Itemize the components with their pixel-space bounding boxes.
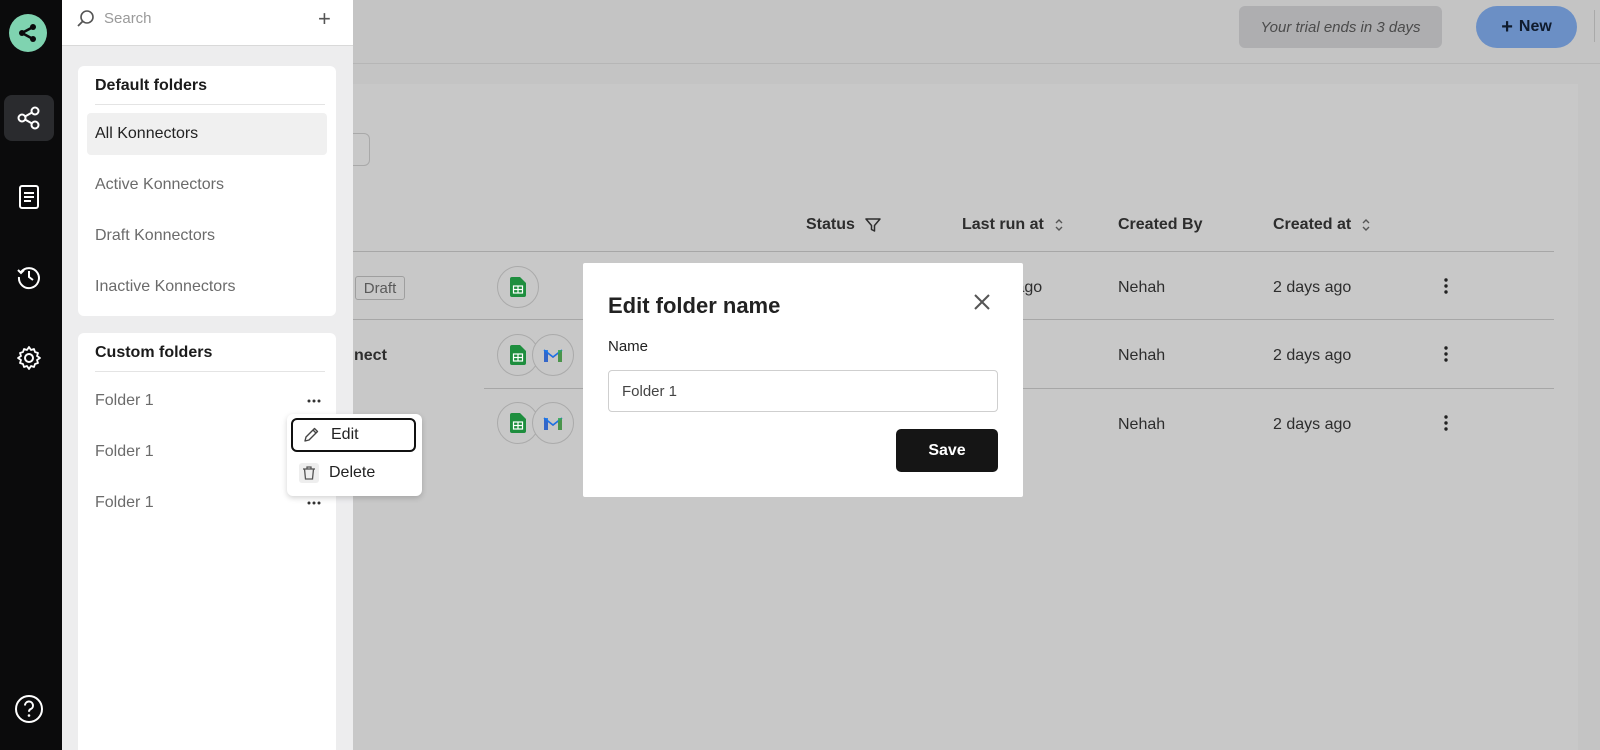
save-button[interactable]: Save: [896, 429, 998, 472]
table-row-app-icon: [497, 266, 539, 308]
default-folders-card: Default folders All Konnectors Active Ko…: [78, 66, 336, 316]
column-header-created-by: Created By: [1118, 216, 1203, 233]
help-icon: [15, 695, 43, 723]
search-icon: [77, 10, 94, 27]
table-row-app-icon: [532, 334, 574, 376]
add-folder-button[interactable]: +: [318, 6, 331, 32]
logo-share-icon: [19, 24, 36, 42]
google-sheets-icon: [510, 277, 526, 297]
vertical-dots-icon: [1444, 346, 1448, 362]
folder-item-inactive[interactable]: Inactive Konnectors: [87, 266, 327, 308]
folder-panel: Search + Default folders All Konnectors …: [62, 0, 353, 750]
row-actions-button[interactable]: [1436, 411, 1456, 435]
header-divider: [1594, 10, 1595, 42]
google-sheets-icon: [510, 413, 526, 433]
trash-icon: [299, 463, 319, 483]
more-dots-icon: [307, 399, 321, 403]
nav-konnectors[interactable]: [4, 95, 54, 141]
folder-context-menu: Edit Delete: [287, 414, 422, 496]
row-actions-button[interactable]: [1436, 342, 1456, 366]
created-at-cell: 2 days ago: [1273, 279, 1352, 296]
divider: [95, 371, 325, 372]
folder-label: Folder 1: [95, 494, 154, 511]
table-row-app-icon: [532, 402, 574, 444]
created-by-cell: Nehah: [1118, 416, 1166, 433]
created-by-cell: Nehah: [1118, 347, 1166, 364]
created-by-cell: Nehah: [1118, 279, 1166, 296]
folder-label: Folder 1: [95, 443, 154, 460]
divider: [95, 104, 325, 105]
folder-name-input[interactable]: [608, 370, 998, 412]
status-badge: Draft: [355, 276, 405, 300]
table-header-divider: [350, 251, 1554, 252]
trial-banner: Your trial ends in 3 days: [1239, 6, 1442, 48]
filter-icon[interactable]: [865, 217, 881, 233]
column-header-status[interactable]: Status: [806, 216, 881, 234]
nav-help[interactable]: [4, 686, 54, 732]
created-at-cell: 2 days ago: [1273, 416, 1352, 433]
konnector-name-fragment[interactable]: nect: [354, 347, 387, 365]
custom-folders-title: Custom folders: [95, 344, 213, 361]
folder-search-bar[interactable]: Search +: [62, 0, 353, 46]
modal-title: Edit folder name: [608, 293, 781, 318]
column-header-last-run[interactable]: Last run at: [962, 216, 1064, 234]
folder-item-draft[interactable]: Draft Konnectors: [87, 215, 327, 257]
nav-documents[interactable]: [4, 174, 54, 220]
folder-label: Folder 1: [95, 392, 154, 409]
new-button[interactable]: + New: [1476, 6, 1577, 48]
close-button[interactable]: [971, 291, 993, 313]
vertical-dots-icon: [1444, 415, 1448, 431]
app-logo[interactable]: [9, 14, 47, 52]
delete-label: Delete: [329, 464, 376, 481]
folder-options-button[interactable]: [304, 493, 324, 513]
folder-options-button[interactable]: [304, 391, 324, 411]
sort-icon[interactable]: [1054, 218, 1064, 232]
plus-icon: +: [1501, 16, 1513, 38]
google-sheets-icon: [510, 345, 526, 365]
created-at-cell: 2 days ago: [1273, 347, 1352, 364]
delete-menu-item[interactable]: Delete: [291, 456, 416, 490]
search-input[interactable]: Search: [104, 10, 152, 27]
sort-icon[interactable]: [1361, 218, 1371, 232]
nav-history[interactable]: [4, 254, 54, 300]
folder-item-all[interactable]: All Konnectors: [87, 113, 327, 155]
pencil-icon: [301, 425, 321, 445]
gmail-icon: [543, 349, 563, 362]
gear-icon: [17, 346, 41, 370]
more-dots-icon: [307, 501, 321, 505]
edit-label: Edit: [331, 426, 359, 443]
row-actions-button[interactable]: [1436, 274, 1456, 298]
custom-folders-card: Custom folders Folder 1 Folder 1 Folder …: [78, 333, 336, 750]
default-folders-title: Default folders: [95, 77, 208, 94]
share-nodes-icon: [17, 106, 40, 130]
gmail-icon: [543, 417, 563, 430]
nav-settings[interactable]: [4, 335, 54, 381]
edit-folder-modal: Edit folder name Name Save: [583, 263, 1023, 497]
history-icon: [17, 267, 40, 290]
name-field-label: Name: [608, 338, 649, 355]
new-button-label: New: [1518, 18, 1552, 35]
folder-item-active[interactable]: Active Konnectors: [87, 164, 327, 206]
close-icon: [974, 294, 990, 310]
vertical-dots-icon: [1444, 278, 1448, 294]
edit-menu-item[interactable]: Edit: [291, 418, 416, 452]
document-icon: [19, 185, 39, 209]
left-rail: [0, 0, 62, 750]
column-header-created-at[interactable]: Created at: [1273, 216, 1371, 234]
